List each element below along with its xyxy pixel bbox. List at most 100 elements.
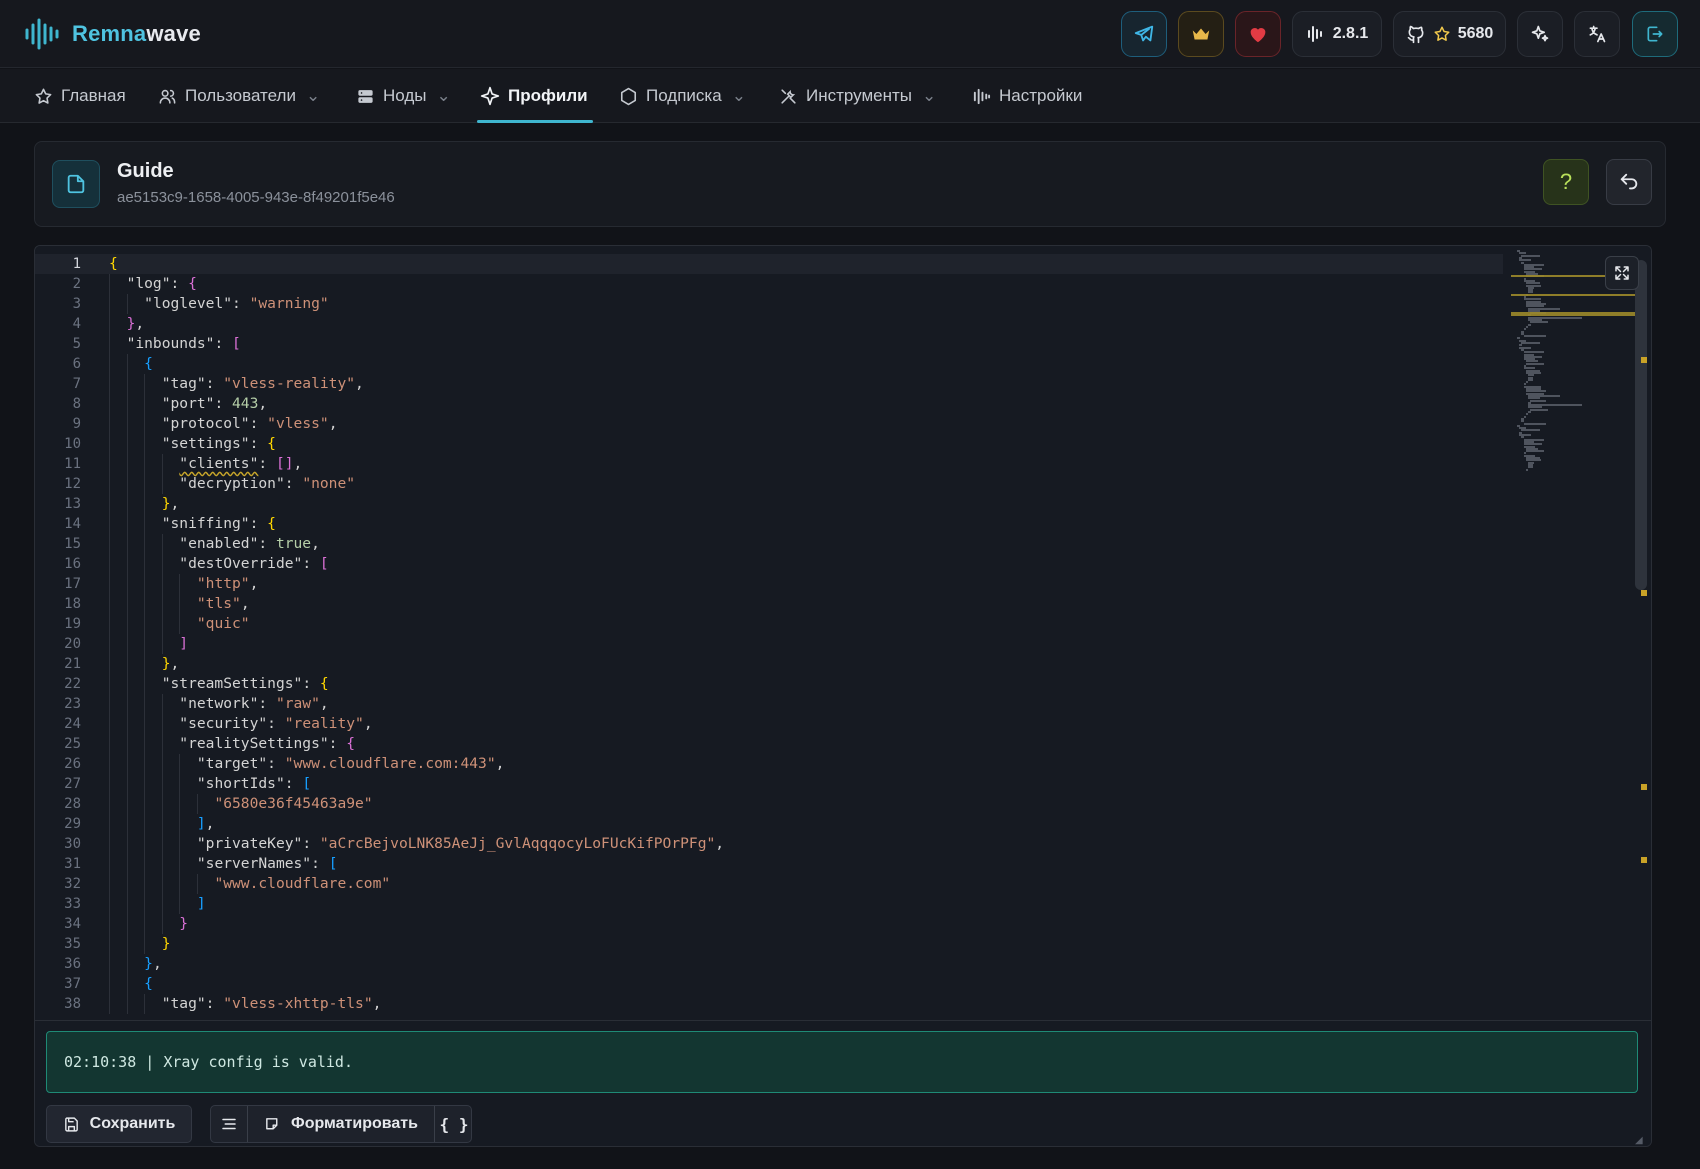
line-number: 16 — [64, 556, 81, 572]
code-text: "clients": [], — [179, 455, 303, 472]
logo[interactable]: Remnawave — [24, 14, 201, 54]
code-line[interactable]: 17 "http", — [35, 574, 1503, 594]
line-number: 25 — [64, 736, 81, 752]
save-button[interactable]: Сохранить — [46, 1105, 192, 1143]
code-line[interactable]: 13 }, — [35, 494, 1503, 514]
version-button[interactable]: 2.8.1 — [1292, 11, 1382, 57]
code-line[interactable]: 4 }, — [35, 314, 1503, 334]
logout-button[interactable] — [1632, 11, 1678, 57]
fullscreen-button[interactable] — [1605, 256, 1639, 290]
code-line[interactable]: 2 "log": { — [35, 274, 1503, 294]
telegram-button[interactable] — [1121, 11, 1167, 57]
code-line[interactable]: 16 "destOverride": [ — [35, 554, 1503, 574]
logo-waves-icon — [25, 18, 59, 50]
sliders-icon — [973, 88, 991, 104]
code-line[interactable]: 31 "serverNames": [ — [35, 854, 1503, 874]
code-line[interactable]: 26 "target": "www.cloudflare.com:443", — [35, 754, 1503, 774]
code-line[interactable]: 8 "port": 443, — [35, 394, 1503, 414]
code-line[interactable]: 1{ — [35, 254, 1503, 274]
line-number: 6 — [72, 356, 81, 372]
code-line[interactable]: 20 ] — [35, 634, 1503, 654]
profile-header-card: Guide ae5153c9-1658-4005-943e-8f49201f5e… — [34, 141, 1666, 227]
line-number: 38 — [64, 996, 81, 1012]
code-line[interactable]: 35 } — [35, 934, 1503, 954]
code-text: "network": "raw", — [179, 695, 329, 712]
github-button[interactable]: 5680 — [1393, 11, 1506, 57]
app-header: Remnawave 2.8.1 5680 — [0, 0, 1700, 68]
nav-item-subscription[interactable]: Подписка ⌄ — [619, 69, 746, 123]
code-line[interactable]: 34 } — [35, 914, 1503, 934]
nav-item-settings[interactable]: Настройки — [972, 69, 1082, 123]
code-line[interactable]: 7 "tag": "vless-reality", — [35, 374, 1503, 394]
code-line[interactable]: 33 ] — [35, 894, 1503, 914]
code-line[interactable]: 15 "enabled": true, — [35, 534, 1503, 554]
nav-item-home[interactable]: Главная — [34, 69, 126, 123]
minimap-line — [1521, 342, 1541, 344]
profile-uuid: ae5153c9-1658-4005-943e-8f49201f5e46 — [117, 189, 395, 206]
code-text: ] — [196, 895, 206, 912]
line-number: 27 — [64, 776, 81, 792]
code-area[interactable]: 1{2 "log": {3 "loglevel": "warning" 4 }, 5… — [35, 246, 1651, 1020]
github-stars: 5680 — [1457, 25, 1494, 42]
status-message: 02:10:38 | Xray config is valid. — [64, 1053, 353, 1071]
code-line[interactable]: 25 "realitySettings": { — [35, 734, 1503, 754]
code-line[interactable]: 29 ], — [35, 814, 1503, 834]
nav-item-nodes[interactable]: Ноды ⌄ — [356, 69, 451, 123]
code-line[interactable]: 12 "decryption": "none" — [35, 474, 1503, 494]
code-text: "log": { — [126, 275, 197, 292]
save-icon — [64, 1116, 78, 1132]
code-line[interactable]: 22 "streamSettings": { — [35, 674, 1503, 694]
line-number: 34 — [64, 916, 81, 932]
code-line[interactable]: 18 "tls", — [35, 594, 1503, 614]
language-button[interactable] — [1574, 11, 1620, 57]
code-line[interactable]: 27 "shortIds": [ — [35, 774, 1503, 794]
code-line[interactable]: 30 "privateKey": "aCrcBejvoLNK85AeJj_Gvl… — [35, 834, 1503, 854]
line-number: 21 — [64, 656, 81, 672]
code-line[interactable]: 5 "inbounds": [ — [35, 334, 1503, 354]
code-line[interactable]: 36 }, — [35, 954, 1503, 974]
code-text: }, — [161, 655, 180, 672]
code-line[interactable]: 28 "6580e36f45463a9e" — [35, 794, 1503, 814]
minimap-line — [1528, 466, 1534, 469]
format-button[interactable]: Форматировать — [248, 1106, 434, 1142]
code-line[interactable]: 14 "sniffing": { — [35, 514, 1503, 534]
chevron-down-icon: ⌄ — [731, 86, 746, 105]
ai-button[interactable] — [1517, 11, 1563, 57]
scroll-marker — [1641, 784, 1647, 790]
code-line[interactable]: 24 "security": "reality", — [35, 714, 1503, 734]
code-text: "loglevel": "warning" — [144, 295, 329, 312]
code-line[interactable]: 6 { — [35, 354, 1503, 374]
code-line[interactable]: 11 "clients": [], — [35, 454, 1503, 474]
code-text: "streamSettings": { — [161, 675, 329, 692]
braces-button[interactable]: { } — [435, 1106, 471, 1142]
minimap[interactable] — [1511, 246, 1651, 1020]
code-line[interactable]: 32 "www.cloudflare.com" — [35, 874, 1503, 894]
menu-button[interactable] — [211, 1106, 247, 1142]
code-text: "tag": "vless-reality", — [161, 375, 364, 392]
code-line[interactable]: 19 "quic" — [35, 614, 1503, 634]
undo-icon — [1620, 173, 1638, 190]
code-line[interactable]: 3 "loglevel": "warning" — [35, 294, 1503, 314]
nav-item-tools[interactable]: Инструменты ⌄ — [779, 69, 936, 123]
nav-item-profiles[interactable]: Профили — [480, 69, 588, 123]
code-line[interactable]: 37 { — [35, 974, 1503, 994]
nav-item-users[interactable]: Пользователи ⌄ — [158, 69, 320, 123]
code-line[interactable]: 21 }, — [35, 654, 1503, 674]
code-line[interactable]: 9 "protocol": "vless", — [35, 414, 1503, 434]
heart-button[interactable] — [1235, 11, 1281, 57]
expand-icon — [1615, 266, 1629, 280]
line-number: 30 — [64, 836, 81, 852]
code-line[interactable]: 38 "tag": "vless-xhttp-tls", — [35, 994, 1503, 1014]
back-button[interactable] — [1606, 159, 1652, 205]
crown-button[interactable] — [1178, 11, 1224, 57]
minimap-line — [1530, 408, 1549, 411]
line-number: 2 — [72, 276, 81, 292]
code-text: "privateKey": "aCrcBejvoLNK85AeJj_GvlAqq… — [196, 835, 725, 852]
resize-handle[interactable]: ◢ — [1635, 1135, 1643, 1146]
vertical-scrollbar[interactable] — [1635, 260, 1647, 590]
line-number: 4 — [72, 316, 81, 332]
code-editor[interactable]: 1{2 "log": {3 "loglevel": "warning" 4 }, 5… — [34, 245, 1652, 1147]
help-button[interactable]: ? — [1543, 159, 1589, 205]
code-line[interactable]: 10 "settings": { — [35, 434, 1503, 454]
code-line[interactable]: 23 "network": "raw", — [35, 694, 1503, 714]
